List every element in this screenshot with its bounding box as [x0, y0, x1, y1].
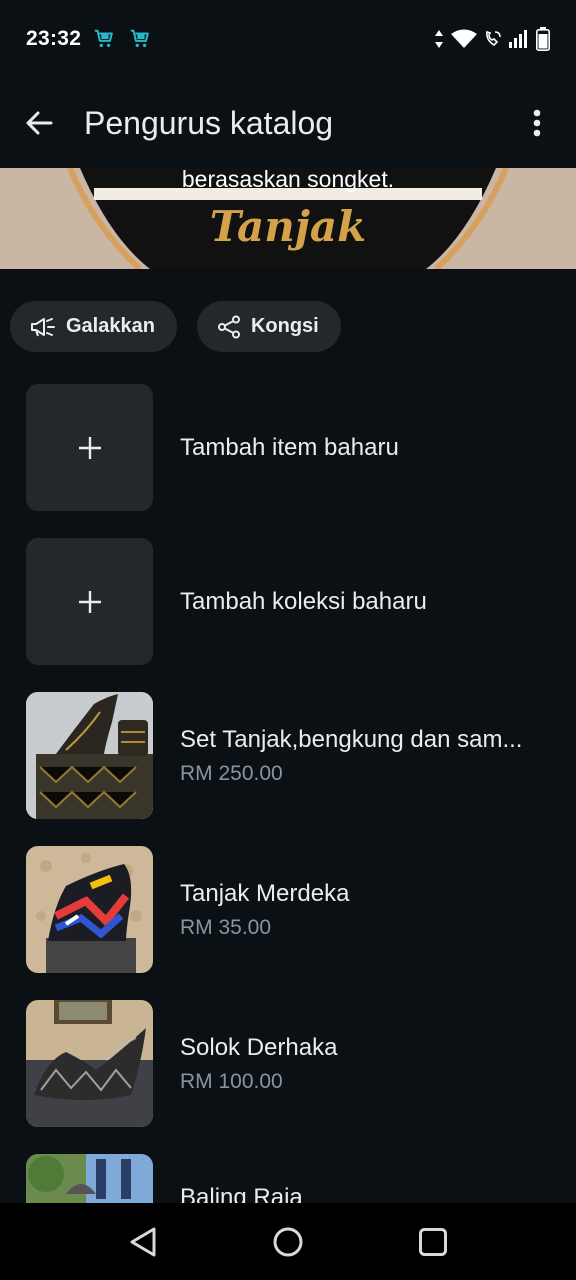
product-price: RM 35.00 — [180, 916, 272, 939]
product-image — [26, 1000, 153, 1127]
product-row[interactable]: Tanjak Merdeka RM 35.00 — [0, 846, 576, 974]
nav-back-button[interactable] — [103, 1212, 183, 1272]
add-item-row[interactable]: Tambah item baharu — [0, 384, 576, 512]
plus-icon — [78, 590, 101, 613]
product-image — [26, 1154, 153, 1203]
shopping-cart-icon — [131, 29, 150, 48]
product-row[interactable]: Set Tanjak,bengkung dan sam... RM 250.00 — [0, 692, 576, 820]
add-item-thumb — [26, 384, 153, 511]
product-title: Solok Derhaka — [180, 1034, 338, 1061]
status-bar: 23:32 — [0, 0, 576, 78]
wifi-calling-icon — [486, 30, 501, 47]
page-title: Pengurus katalog — [84, 104, 334, 141]
product-title: Baling Raja — [180, 1184, 303, 1203]
system-navigation-bar — [0, 1203, 576, 1280]
product-price: RM 250.00 — [180, 762, 283, 785]
product-price: RM 100.00 — [180, 1070, 283, 1093]
share-label: Kongsi — [250, 315, 319, 337]
data-arrows-icon — [435, 30, 443, 48]
banner-logo-text: Tanjak — [209, 202, 367, 251]
action-chips: Galakkan Kongsi — [10, 301, 341, 352]
catalog-banner: berasaskan songket. Tanjak — [0, 168, 576, 269]
product-row[interactable]: Solok Derhaka RM 100.00 — [0, 1000, 576, 1128]
product-photo — [26, 1000, 153, 1127]
add-collection-thumb — [26, 538, 153, 665]
battery-icon — [536, 27, 550, 51]
notification-icons — [93, 28, 151, 50]
product-title: Tanjak Merdeka — [180, 880, 350, 907]
megaphone-icon — [31, 317, 55, 336]
system-status-icons — [434, 27, 550, 51]
add-item-label: Tambah item baharu — [180, 434, 399, 461]
banner-caption: berasaskan songket. — [181, 168, 395, 192]
more-options-button[interactable] — [498, 78, 576, 168]
triangle-back-icon — [130, 1227, 156, 1256]
square-recents-icon — [419, 1227, 448, 1256]
product-image — [26, 846, 153, 973]
product-image — [26, 692, 153, 819]
share-icon — [217, 315, 240, 338]
shopping-cart-icon — [95, 29, 114, 48]
add-collection-label: Tambah koleksi baharu — [180, 588, 427, 615]
product-photo — [26, 846, 153, 973]
more-vert-icon — [533, 109, 541, 137]
plus-icon — [78, 436, 101, 459]
nav-recents-button[interactable] — [393, 1212, 473, 1272]
product-row[interactable]: Baling Raja — [0, 1154, 576, 1203]
arrow-left-icon — [26, 111, 53, 135]
back-button[interactable] — [0, 78, 78, 168]
nav-home-button[interactable] — [248, 1212, 328, 1272]
share-button[interactable]: Kongsi — [196, 301, 341, 352]
wifi-icon — [451, 29, 477, 48]
signal-icon — [509, 30, 527, 48]
add-collection-row[interactable]: Tambah koleksi baharu — [0, 538, 576, 666]
promote-label: Galakkan — [66, 315, 155, 337]
app-bar: Pengurus katalog — [0, 78, 576, 168]
promote-button[interactable]: Galakkan — [10, 301, 177, 352]
status-time: 23:32 — [26, 27, 82, 50]
circle-home-icon — [273, 1227, 303, 1256]
product-photo — [26, 692, 153, 819]
product-title: Set Tanjak,bengkung dan sam... — [180, 726, 523, 753]
product-photo — [26, 1154, 153, 1203]
